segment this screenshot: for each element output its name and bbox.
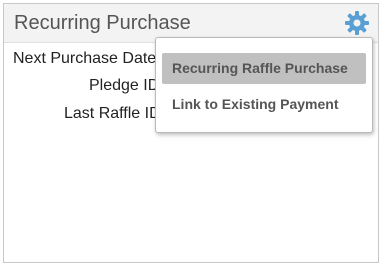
menu-item-link-to-existing-payment[interactable]: Link to Existing Payment: [162, 89, 366, 120]
next-purchase-date-label: Next Purchase Date: [13, 50, 157, 67]
settings-dropdown-menu: Recurring Raffle Purchase Link to Existi…: [155, 37, 373, 133]
menu-item-recurring-raffle-purchase[interactable]: Recurring Raffle Purchase: [162, 53, 366, 84]
pledge-id-label: Pledge ID: [89, 77, 160, 94]
gear-icon[interactable]: [344, 10, 370, 36]
last-raffle-id-label: Last Raffle ID: [64, 105, 161, 122]
panel-title: Recurring Purchase: [14, 12, 191, 34]
